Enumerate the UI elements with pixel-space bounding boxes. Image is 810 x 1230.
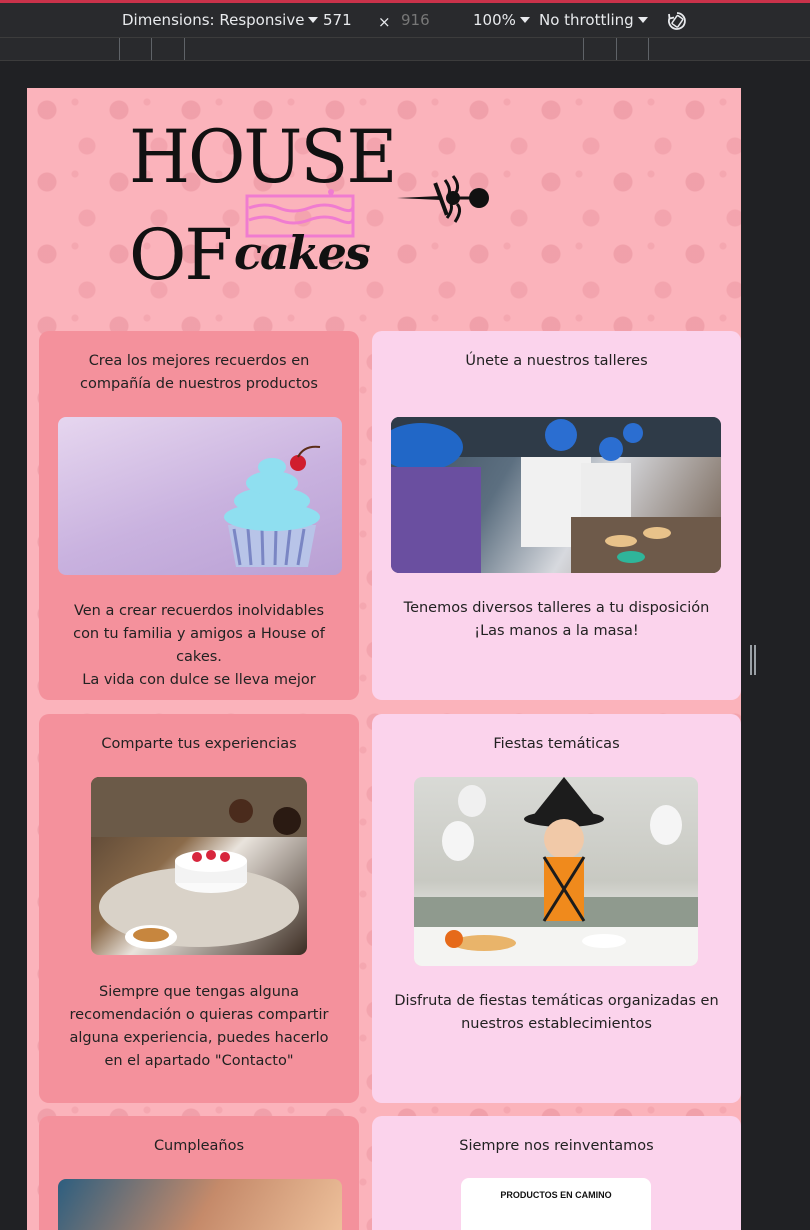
workshop-image — [391, 417, 721, 573]
ruler-tick — [119, 38, 120, 60]
card-title: Comparte tus experiencias — [101, 736, 297, 752]
rotate-icon[interactable] — [666, 10, 688, 32]
card-memories: Crea los mejores recuerdos en compañía d… — [39, 331, 359, 700]
caret-down-icon — [637, 17, 648, 23]
products-coming-caption: PRODUCTOS EN CAMINO — [500, 1190, 612, 1200]
card-text-line: ¡Las manos a la masa! — [474, 623, 639, 639]
throttling-dropdown[interactable]: No throttling — [539, 11, 648, 29]
card-text-line: Ven a crear recuerdos inolvidables con t… — [73, 603, 325, 665]
height-input[interactable]: 916 — [401, 11, 430, 29]
dimensions-dropdown[interactable]: Dimensions: Responsive — [122, 11, 319, 29]
birthday-image — [58, 1179, 342, 1230]
card-workshops: Únete a nuestros talleres Tenemos divers… — [372, 331, 741, 700]
card-title: Únete a nuestros talleres — [465, 353, 648, 369]
card-title: Fiestas temáticas — [493, 736, 620, 752]
ruler-tick — [583, 38, 584, 60]
caret-down-icon — [519, 17, 530, 23]
ruler-tick — [151, 38, 152, 60]
device-toolbar: Dimensions: Responsive 571 × 916 100% No… — [0, 3, 810, 37]
card-text: Ven a crear recuerdos inolvidables con t… — [39, 600, 359, 692]
ruler-tick — [616, 38, 617, 60]
card-title: Crea los mejores recuerdos en compañía d… — [80, 353, 318, 392]
dimension-separator: × — [378, 13, 391, 31]
themed-party-image — [414, 777, 698, 966]
card-text-line: La vida con dulce se lleva mejor — [82, 672, 316, 688]
card-text-line: Tenemos diversos talleres a tu disposici… — [403, 600, 710, 616]
products-coming-image: PRODUCTOS EN CAMINO — [461, 1178, 651, 1230]
logo-of-text: OF — [129, 214, 233, 296]
throttling-label: No throttling — [539, 11, 634, 29]
sword-rose-icon — [397, 175, 489, 223]
card-share-experiences: Comparte tus experiencias Siempre que te… — [39, 714, 359, 1103]
party-table-image — [91, 777, 307, 955]
card-birthdays: Cumpleaños — [39, 1116, 359, 1230]
ruler-tick — [648, 38, 649, 60]
site-header: HOUSE OF cakes — [27, 88, 741, 331]
card-title: Cumpleaños — [153, 1138, 245, 1154]
caret-down-icon — [308, 17, 319, 23]
card-title: Siempre nos reinventamos — [459, 1138, 654, 1154]
card-text: Siempre que tengas alguna recomendación … — [69, 984, 329, 1069]
dimensions-label: Dimensions: Responsive — [122, 11, 305, 29]
card-text: Tenemos diversos talleres a tu disposici… — [372, 597, 741, 643]
zoom-label: 100% — [473, 11, 516, 29]
media-query-ruler — [0, 37, 810, 61]
card-reinvent: Siempre nos reinventamos PRODUCTOS EN CA… — [372, 1116, 741, 1230]
logo-cakes-text: cakes — [234, 226, 371, 280]
ruler-tick — [184, 38, 185, 60]
width-input[interactable]: 571 — [323, 11, 352, 29]
cupcake-image — [58, 417, 342, 575]
zoom-dropdown[interactable]: 100% — [473, 11, 530, 29]
page-viewport: HOUSE OF cakes Crea los mejores recuerdo… — [27, 88, 741, 1230]
viewport-resize-handle[interactable] — [750, 645, 758, 675]
card-text: Disfruta de fiestas temáticas organizada… — [394, 993, 719, 1032]
card-themed-parties: Fiestas temáticas Disfruta de fiestas te… — [372, 714, 741, 1103]
